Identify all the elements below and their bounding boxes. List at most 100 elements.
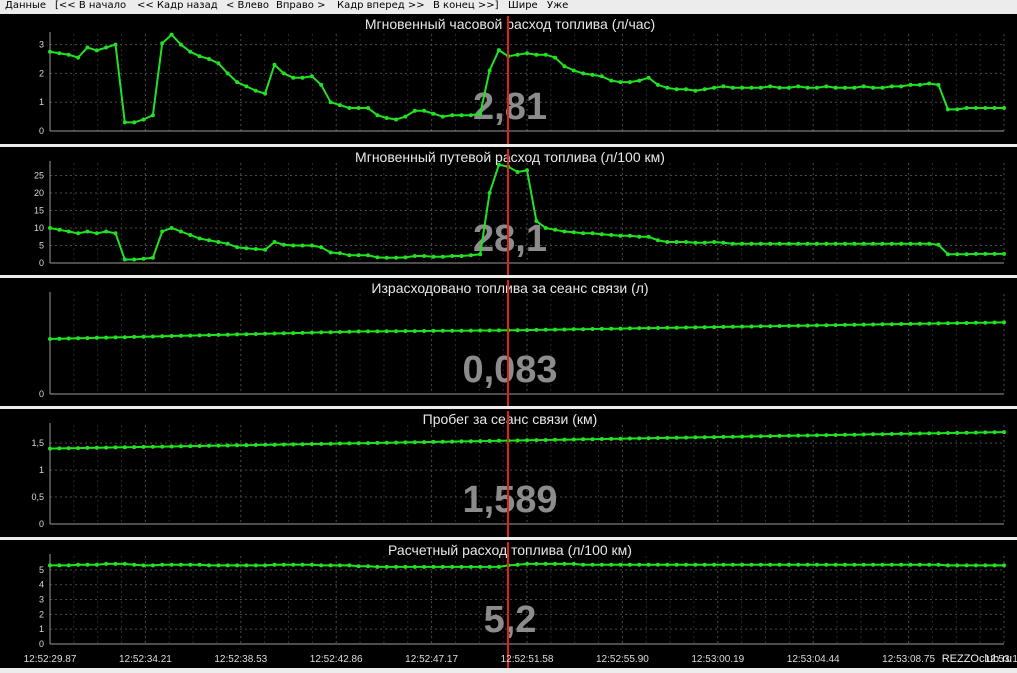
y-tick-label: 0,5: [31, 492, 44, 502]
data-point: [740, 434, 745, 439]
data-point: [66, 52, 71, 57]
toolbar: Данные [<< В начало << Кадр назад < Влев…: [0, 0, 1017, 14]
data-point: [216, 443, 221, 448]
data-point: [983, 320, 988, 325]
data-point: [328, 441, 333, 446]
data-point: [253, 88, 258, 93]
data-point: [814, 323, 819, 328]
data-point: [646, 326, 651, 331]
zoom-narrower-button[interactable]: Уже: [547, 0, 568, 12]
data-point: [525, 51, 529, 56]
data-point: [515, 52, 520, 57]
data-point: [515, 562, 520, 567]
data-point: [104, 45, 109, 50]
data-point: [113, 445, 118, 450]
data-point: [48, 563, 52, 568]
data-point: [487, 439, 492, 443]
data-point: [992, 251, 997, 256]
data-point: [169, 444, 174, 449]
data-point: [983, 430, 988, 435]
data-point: [356, 106, 361, 110]
data-point: [730, 241, 735, 246]
data-point: [796, 433, 801, 438]
data-point: [403, 114, 408, 119]
data-point: [244, 84, 249, 89]
data-point: [478, 439, 483, 444]
data-point: [1002, 251, 1006, 256]
data-point: [908, 82, 913, 87]
go-start-button[interactable]: [<< В начало: [55, 0, 126, 12]
menu-data[interactable]: Данные: [5, 0, 46, 12]
data-point: [730, 85, 735, 90]
data-point: [777, 433, 782, 438]
x-tick-label: 12:53:08.75: [882, 654, 935, 665]
data-point: [684, 435, 688, 440]
y-tick-label: 3: [39, 40, 44, 50]
data-point: [927, 431, 932, 436]
y-tick-label: 1,5: [31, 438, 44, 448]
data-point: [973, 563, 978, 568]
data-point: [833, 433, 838, 437]
data-point: [590, 562, 595, 567]
data-point: [590, 231, 595, 236]
data-point: [375, 440, 380, 445]
data-point: [66, 446, 71, 451]
y-tick-label: 0: [39, 639, 44, 649]
data-point: [992, 106, 997, 110]
data-point: [880, 241, 885, 246]
frame-back-button[interactable]: << Кадр назад: [137, 0, 218, 12]
data-point: [749, 85, 754, 90]
data-point: [880, 85, 885, 90]
scroll-right-button[interactable]: Вправо >: [276, 0, 325, 12]
data-point: [197, 236, 202, 241]
data-point: [403, 440, 408, 445]
panel-separator: [0, 144, 1017, 147]
data-point: [122, 257, 127, 262]
data-point: [749, 434, 754, 439]
data-point: [740, 324, 745, 329]
go-end-button[interactable]: В конец >>]: [433, 0, 499, 12]
data-point: [861, 432, 866, 437]
data-point: [740, 562, 745, 567]
frame-forward-button[interactable]: Кадр вперед >>: [337, 0, 425, 12]
data-point: [665, 85, 670, 90]
data-point: [440, 254, 445, 259]
data-point: [945, 252, 950, 257]
data-point: [384, 255, 389, 260]
data-point: [843, 562, 847, 567]
scroll-left-button[interactable]: < Влево: [226, 0, 269, 12]
y-tick-label: 0: [39, 258, 44, 268]
data-point: [730, 562, 735, 567]
data-point: [852, 85, 857, 90]
data-point: [674, 562, 679, 567]
data-point: [927, 241, 932, 246]
data-point: [244, 443, 249, 448]
data-point: [468, 113, 473, 118]
y-tick-label: 5: [39, 241, 44, 251]
data-point: [609, 78, 614, 83]
data-point: [992, 320, 997, 325]
data-point: [188, 233, 193, 237]
zoom-wider-button[interactable]: Шире: [508, 0, 538, 12]
data-point: [94, 445, 99, 450]
data-point: [824, 562, 829, 567]
data-point: [590, 437, 595, 442]
data-point: [450, 113, 455, 118]
data-point: [814, 562, 819, 567]
data-point: [889, 432, 894, 436]
data-point: [730, 324, 735, 329]
data-point: [94, 48, 99, 53]
data-point: [281, 442, 286, 447]
data-point: [104, 229, 109, 234]
data-point: [169, 32, 174, 37]
data-point: [824, 84, 829, 89]
data-point: [150, 334, 155, 339]
data-point: [244, 332, 249, 337]
data-point: [337, 441, 342, 446]
data-point: [178, 562, 183, 567]
current-value-label: 0,083: [462, 349, 557, 391]
data-point: [85, 336, 90, 341]
data-point: [309, 74, 314, 79]
data-point: [132, 120, 137, 125]
data-point: [57, 336, 62, 341]
